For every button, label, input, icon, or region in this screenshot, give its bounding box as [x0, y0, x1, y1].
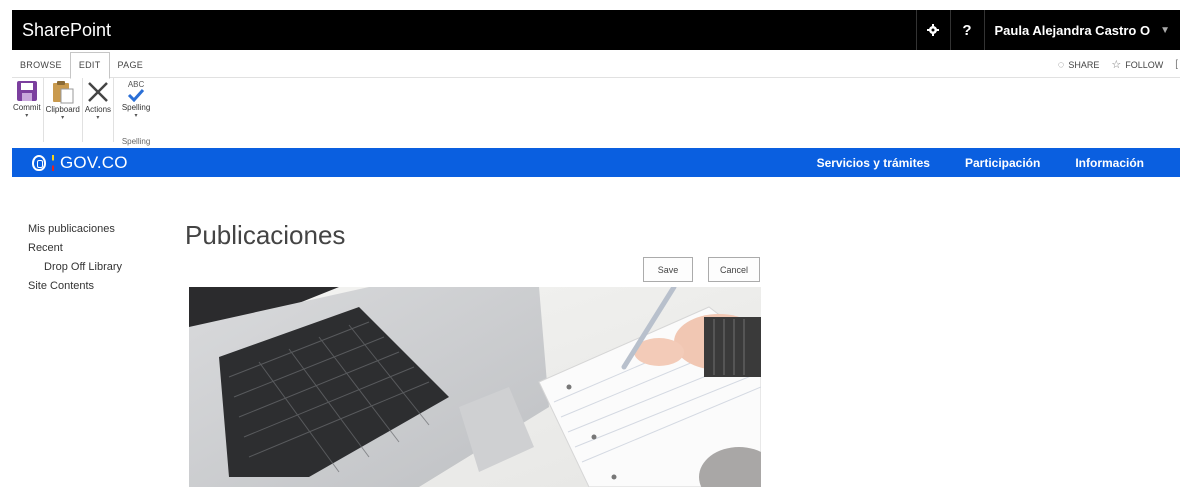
spelling-label: Spelling: [121, 103, 151, 112]
app-title[interactable]: SharePoint: [12, 20, 916, 41]
hero-image: [189, 287, 761, 487]
tab-browse[interactable]: BROWSE: [12, 52, 70, 78]
chevron-down-icon: ▾: [25, 113, 29, 119]
user-menu[interactable]: Paula Alejandra Castro O ▼: [983, 10, 1180, 50]
ribbon-separator: [81, 78, 83, 142]
ribbon-group-spelling: ABC Spelling ▾ Spelling: [115, 78, 157, 146]
page-actions: ◌ SHARE ☆ FOLLOW [: [1058, 58, 1180, 72]
actions-label: Actions: [84, 105, 112, 114]
nav-informacion[interactable]: Información: [1075, 156, 1144, 170]
share-icon: ◌: [1057, 58, 1065, 71]
save-button[interactable]: Save: [643, 257, 693, 282]
gov-bar: GOV.CO Servicios y trámites Participació…: [12, 148, 1180, 177]
nav-item-mis-publicaciones[interactable]: Mis publicaciones: [28, 220, 168, 239]
gov-logo-text: GOV.CO: [60, 152, 128, 172]
user-name: Paula Alejandra Castro O: [994, 22, 1151, 38]
ribbon-group-commit: Commit ▾: [12, 78, 42, 146]
help-button[interactable]: ?: [949, 10, 984, 50]
chevron-down-icon: ▾: [134, 113, 138, 119]
clipboard-icon: [52, 81, 74, 104]
left-nav: Mis publicaciones Recent Drop Off Librar…: [28, 220, 168, 296]
nav-servicios[interactable]: Servicios y trámites: [817, 156, 930, 170]
help-icon: ?: [962, 21, 972, 39]
ribbon-group-clipboard: Clipboard ▾: [45, 78, 81, 146]
shield-icon: [32, 154, 46, 171]
gov-logo[interactable]: GOV.CO: [12, 153, 128, 173]
gov-nav: Servicios y trámites Participación Infor…: [817, 156, 1180, 170]
cancel-button[interactable]: Cancel: [708, 257, 760, 282]
settings-button[interactable]: [915, 10, 950, 50]
spelling-abc-text: ABC: [127, 80, 145, 89]
commit-button[interactable]: Commit ▾: [12, 78, 42, 134]
suite-bar: SharePoint ? Paula Alejandra Castro O ▼: [12, 10, 1180, 50]
tab-edit[interactable]: EDIT: [69, 51, 110, 79]
nav-item-site-contents[interactable]: Site Contents: [28, 277, 168, 296]
nav-item-drop-off-library[interactable]: Drop Off Library: [28, 258, 168, 277]
follow-label: FOLLOW: [1125, 59, 1164, 70]
follow-button[interactable]: ☆ FOLLOW: [1111, 58, 1163, 71]
share-button[interactable]: ◌ SHARE: [1058, 59, 1100, 71]
star-icon: ☆: [1111, 59, 1122, 71]
focus-content-icon[interactable]: [: [1175, 59, 1178, 70]
clipboard-button[interactable]: Clipboard ▾: [45, 78, 81, 134]
close-icon: [88, 82, 108, 102]
spelling-button[interactable]: ABC Spelling ▾: [121, 78, 151, 134]
flag-stripe: [52, 154, 54, 171]
ribbon-separator: [113, 78, 115, 142]
page-title: Publicaciones: [185, 220, 346, 250]
checkmark-icon: [127, 89, 145, 102]
share-label: SHARE: [1068, 59, 1100, 70]
gear-icon: [927, 24, 940, 36]
chevron-down-icon: ▼: [1160, 24, 1170, 36]
nav-participacion[interactable]: Participación: [965, 156, 1040, 170]
laptop-notebook-illustration: [189, 287, 761, 487]
ribbon-tabs: BROWSE EDIT PAGE ◌ SHARE ☆ FOLLOW [: [12, 51, 1180, 79]
spelling-group-label: Spelling: [121, 137, 151, 146]
save-icon: [16, 81, 37, 101]
ribbon-separator: [42, 78, 44, 142]
tab-page[interactable]: PAGE: [110, 52, 152, 78]
chevron-down-icon: ▾: [61, 115, 65, 121]
commit-label: Commit: [13, 103, 41, 112]
clipboard-label: Clipboard: [45, 105, 80, 114]
ribbon-group-actions: Actions ▾: [84, 78, 112, 146]
actions-button[interactable]: Actions ▾: [84, 78, 112, 134]
chevron-down-icon: ▾: [96, 115, 100, 121]
ribbon-body: Commit ▾ Clipboard ▾ Actions ▾ ABC Spell…: [12, 78, 1180, 146]
nav-item-recent[interactable]: Recent: [28, 239, 168, 258]
